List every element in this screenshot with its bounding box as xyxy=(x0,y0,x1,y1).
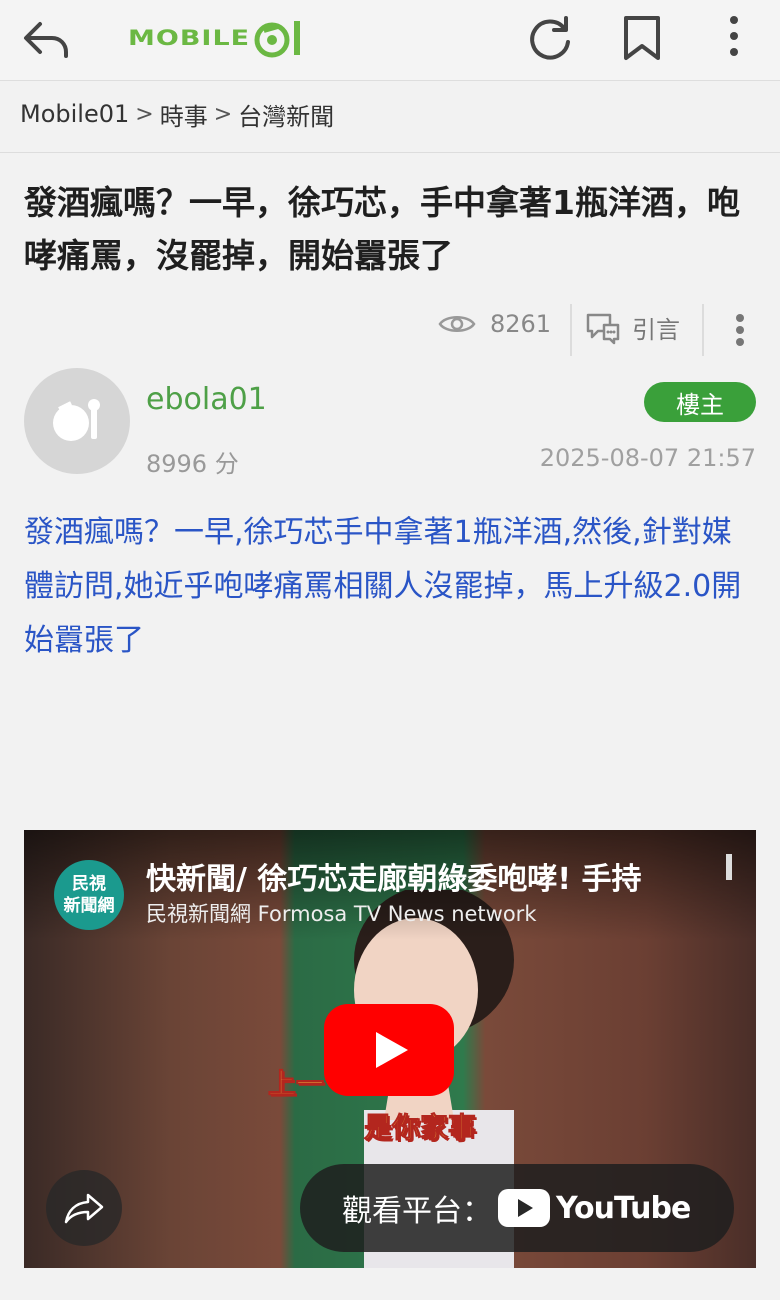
chevron-right-icon: > xyxy=(213,101,233,127)
back-icon[interactable] xyxy=(22,18,70,62)
share-button[interactable] xyxy=(46,1170,122,1246)
divider xyxy=(570,304,572,356)
video-channel: 民視新聞網 Formosa TV News network xyxy=(146,902,537,926)
channel-logo-line2: 新聞網 xyxy=(63,896,115,916)
post-stats: 8261 引言 xyxy=(0,300,780,360)
logo-text: MOBILE xyxy=(128,25,251,51)
youtube-icon xyxy=(498,1189,550,1227)
share-icon xyxy=(64,1193,104,1224)
author-score: 8996 分 xyxy=(146,450,239,478)
post-title: 發酒瘋嗎？一早，徐巧芯，手中拿著1瓶洋酒，咆哮痛罵，沒罷掉，開始囂張了 xyxy=(24,183,740,275)
youtube-wordmark: YouTube xyxy=(556,1190,691,1226)
quote-button[interactable]: 引言 xyxy=(584,310,680,345)
video-menu-icon[interactable] xyxy=(726,854,732,880)
channel-logo[interactable]: 民視 新聞網 xyxy=(54,860,124,930)
view-count: 8261 xyxy=(438,310,551,338)
watch-on-youtube-button[interactable]: 觀看平台： YouTube xyxy=(300,1164,734,1252)
default-avatar-icon xyxy=(53,399,100,441)
author-username[interactable]: ebola01 xyxy=(146,382,267,417)
more-vertical-icon[interactable] xyxy=(726,310,754,350)
video-title[interactable]: 快新聞/ 徐巧芯走廊朝綠委咆哮! 手持 xyxy=(146,854,642,898)
quote-icon xyxy=(586,313,620,344)
breadcrumb-item-category[interactable]: 時事 xyxy=(160,97,208,132)
eye-icon xyxy=(438,316,476,332)
more-vertical-icon[interactable] xyxy=(714,12,754,64)
breadcrumb: Mobile01 > 時事 > 台灣新聞 xyxy=(20,94,334,134)
mobile01-logo[interactable]: MOBILE xyxy=(128,16,304,60)
play-icon[interactable] xyxy=(324,1004,454,1096)
post-timestamp: 2025-08-07 21:57 xyxy=(539,444,756,472)
video-caption-line1: 上一 xyxy=(267,1067,325,1101)
view-count-value: 8261 xyxy=(490,310,552,338)
bookmark-icon[interactable] xyxy=(618,12,666,64)
youtube-embed[interactable]: 民視 新聞網 快新聞/ 徐巧芯走廊朝綠委咆哮! 手持 民視新聞網 Formosa… xyxy=(24,830,756,1268)
original-poster-badge: 樓主 xyxy=(644,382,756,422)
youtube-logo: YouTube xyxy=(498,1189,691,1227)
refresh-icon[interactable] xyxy=(524,12,576,64)
divider xyxy=(702,304,704,356)
chevron-right-icon: > xyxy=(135,101,154,127)
top-bar: MOBILE xyxy=(0,0,780,81)
channel-logo-line1: 民視 xyxy=(72,874,106,894)
divider xyxy=(0,152,780,153)
logo-01-icon xyxy=(254,21,301,58)
post-body: 發酒瘋嗎？一早,徐巧芯手中拿著1瓶洋酒,然後,針對媒體訪問,她近乎咆哮痛罵相關人… xyxy=(24,515,742,658)
breadcrumb-item-forum[interactable]: 台灣新聞 xyxy=(238,97,334,132)
quote-label: 引言 xyxy=(632,316,680,344)
avatar[interactable] xyxy=(24,368,130,474)
breadcrumb-item-home[interactable]: Mobile01 xyxy=(20,100,129,128)
video-caption-line2: 是你家事 xyxy=(363,1111,477,1145)
watch-on-label: 觀看平台： xyxy=(342,1194,492,1229)
